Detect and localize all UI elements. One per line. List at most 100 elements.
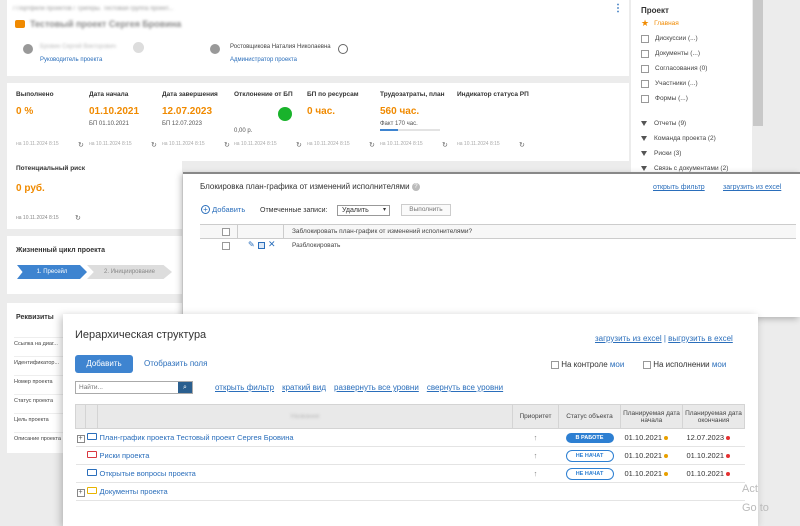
row-name[interactable]: Документы проекта (100, 487, 168, 496)
block-filter-link[interactable]: открыть фильтр (653, 184, 705, 191)
table-row[interactable]: Риски проекта ↑ НЕ НАЧАТ 01.10.2021 01.1… (75, 447, 745, 465)
refresh-icon[interactable]: ↻ (519, 141, 525, 149)
table-action-link[interactable]: открыть фильтр (215, 383, 274, 392)
bulk-action-select[interactable]: Удалить ▾ (337, 205, 390, 216)
col-priority[interactable]: Приоритет (512, 404, 559, 429)
caret-down-icon (641, 136, 647, 141)
folder-icon (86, 451, 97, 458)
manager-toggle-icon[interactable] (133, 42, 144, 53)
show-fields-link[interactable]: Отобразить поля (144, 359, 207, 368)
marked-records-label: Отмеченные записи: (260, 207, 328, 214)
col-name[interactable]: Название (97, 404, 513, 429)
on-execution-checkbox[interactable] (643, 360, 651, 369)
sidebar-item-label: Участники (...) (655, 80, 698, 87)
sidebar-item-icon (641, 94, 649, 103)
table-action-link[interactable]: свернуть все уровни (427, 383, 503, 392)
export-excel-link[interactable]: выгрузить в excel (668, 334, 733, 343)
requisites-title: Реквизиты (16, 314, 54, 321)
col-status[interactable]: Статус объекта (558, 404, 621, 429)
excel-links: загрузить из excel | выгрузить в excel (595, 334, 733, 343)
kpi-value: 12.07.2023 (162, 106, 213, 117)
expand-icon[interactable]: + (76, 434, 85, 443)
sidebar-item-icon (641, 34, 649, 43)
caret-down-icon (641, 166, 647, 171)
table-row[interactable]: + План-график проекта Тестовый проект Се… (75, 429, 745, 447)
admin-name: Ростовщикова Наталия Николаевна (230, 44, 331, 50)
kpi-updated: на 10.11.2024 8:15 (234, 141, 277, 147)
refresh-icon[interactable]: ↻ (369, 141, 375, 149)
priority-arrow-icon: ↑ (533, 451, 538, 460)
start-date: 01.10.2021 (624, 433, 663, 442)
on-execution-mine-link[interactable]: мои (712, 360, 726, 369)
admin-settings-icon[interactable] (338, 44, 348, 54)
select-all-checkbox[interactable] (222, 228, 230, 236)
row-name[interactable]: Риски проекта (100, 451, 150, 460)
row-name[interactable]: План-график проекта Тестовый проект Серг… (100, 433, 294, 442)
add-button[interactable]: Добавить (75, 355, 133, 373)
delete-icon[interactable]: ✕ (268, 239, 276, 250)
caret-down-icon (641, 121, 647, 126)
row-name[interactable]: Открытые вопросы проекта (100, 469, 196, 478)
refresh-icon[interactable]: ↻ (442, 141, 448, 149)
sidebar-item[interactable]: Формы (...) (641, 91, 751, 106)
table-row[interactable]: Открытые вопросы проекта ↑ НЕ НАЧАТ 01.1… (75, 465, 745, 483)
expand-icon[interactable]: + (76, 488, 85, 497)
search-icon[interactable]: ⌕ (178, 382, 192, 393)
copy-icon[interactable] (258, 242, 265, 249)
execute-button[interactable]: Выполнить (401, 204, 451, 216)
kpi-title: БП по ресурсам (307, 91, 359, 98)
manager-role: Руководитель проекта (40, 57, 103, 63)
lifecycle-step-2[interactable]: 2. Инициирование (87, 265, 172, 279)
sidebar-group[interactable]: Риски (3) (641, 146, 751, 161)
sidebar-group-label: Команда проекта (2) (654, 135, 716, 142)
hierarchy-table: Название Приоритет Статус объекта Планир… (75, 404, 745, 501)
end-date: 01.10.2021 (686, 469, 725, 478)
block-add-button[interactable]: + Добавить (201, 205, 245, 214)
kpi-value: 560 час. (380, 106, 420, 117)
table-row: ✎ ✕ Разблокировать (200, 239, 796, 253)
end-date: 01.10.2021 (686, 451, 725, 460)
on-control-mine-link[interactable]: мои (610, 360, 624, 369)
table-action-link[interactable]: развернуть все уровни (334, 383, 419, 392)
kpi-tile: Отклонение от БП 0,00 р. на 10.11.2024 8:1… (234, 91, 306, 157)
folder-icon (86, 487, 97, 494)
refresh-icon[interactable]: ↻ (296, 141, 302, 149)
end-date-marker (726, 454, 731, 459)
sidebar-item[interactable]: Дискуссии (...) (641, 31, 751, 46)
block-row-value: Разблокировать (292, 242, 341, 249)
sidebar-group[interactable]: Отчеты (9) (641, 116, 751, 131)
refresh-icon[interactable]: ↻ (224, 141, 230, 149)
row-checkbox[interactable] (222, 242, 230, 250)
kpi-tile: Трудозатраты, план 560 час. Факт 170 час. н… (380, 91, 452, 157)
sidebar-item-label: Главная (654, 20, 679, 27)
more-menu-icon[interactable]: ⋮ (613, 4, 623, 14)
edit-icon[interactable]: ✎ (248, 240, 255, 249)
col-start[interactable]: Планируемая дата начала (620, 404, 683, 429)
lifecycle-step-1[interactable]: 1. Пресейл (17, 265, 87, 279)
sidebar-item[interactable]: ★ Главная (641, 16, 751, 31)
sidebar-scrollbar[interactable] (753, 0, 763, 126)
caret-down-icon (641, 151, 647, 156)
refresh-icon[interactable]: ↻ (75, 214, 81, 222)
folder-icon (86, 433, 97, 440)
search-input[interactable] (76, 382, 176, 393)
end-date-marker (726, 436, 731, 441)
col-end[interactable]: Планируемая дата окончания (682, 404, 745, 429)
on-control-checkbox[interactable] (551, 360, 559, 369)
star-icon: ★ (641, 18, 650, 28)
on-execution-filter: На исполнении мои (643, 360, 726, 369)
admin-avatar (210, 44, 220, 54)
sidebar-item[interactable]: Участники (...) (641, 76, 751, 91)
block-excel-link[interactable]: загрузить из excel (723, 184, 781, 191)
table-row[interactable]: + Документы проекта (75, 483, 745, 501)
watermark: Act Go to (742, 483, 769, 514)
sidebar-group[interactable]: Команда проекта (2) (641, 131, 751, 146)
table-action-link[interactable]: краткий вид (282, 383, 326, 392)
import-excel-link[interactable]: загрузить из excel (595, 334, 662, 343)
status-indicator-icon (278, 107, 292, 121)
block-table: Заблокировать план-график от изменений и… (200, 224, 796, 253)
help-icon[interactable]: ? (411, 182, 420, 191)
breadcrumb[interactable]: / Портфели проектов / Тригеры. Тестовая … (13, 6, 173, 12)
sidebar-item[interactable]: Документы (...) (641, 46, 751, 61)
sidebar-item[interactable]: Согласования (0) (641, 61, 751, 76)
